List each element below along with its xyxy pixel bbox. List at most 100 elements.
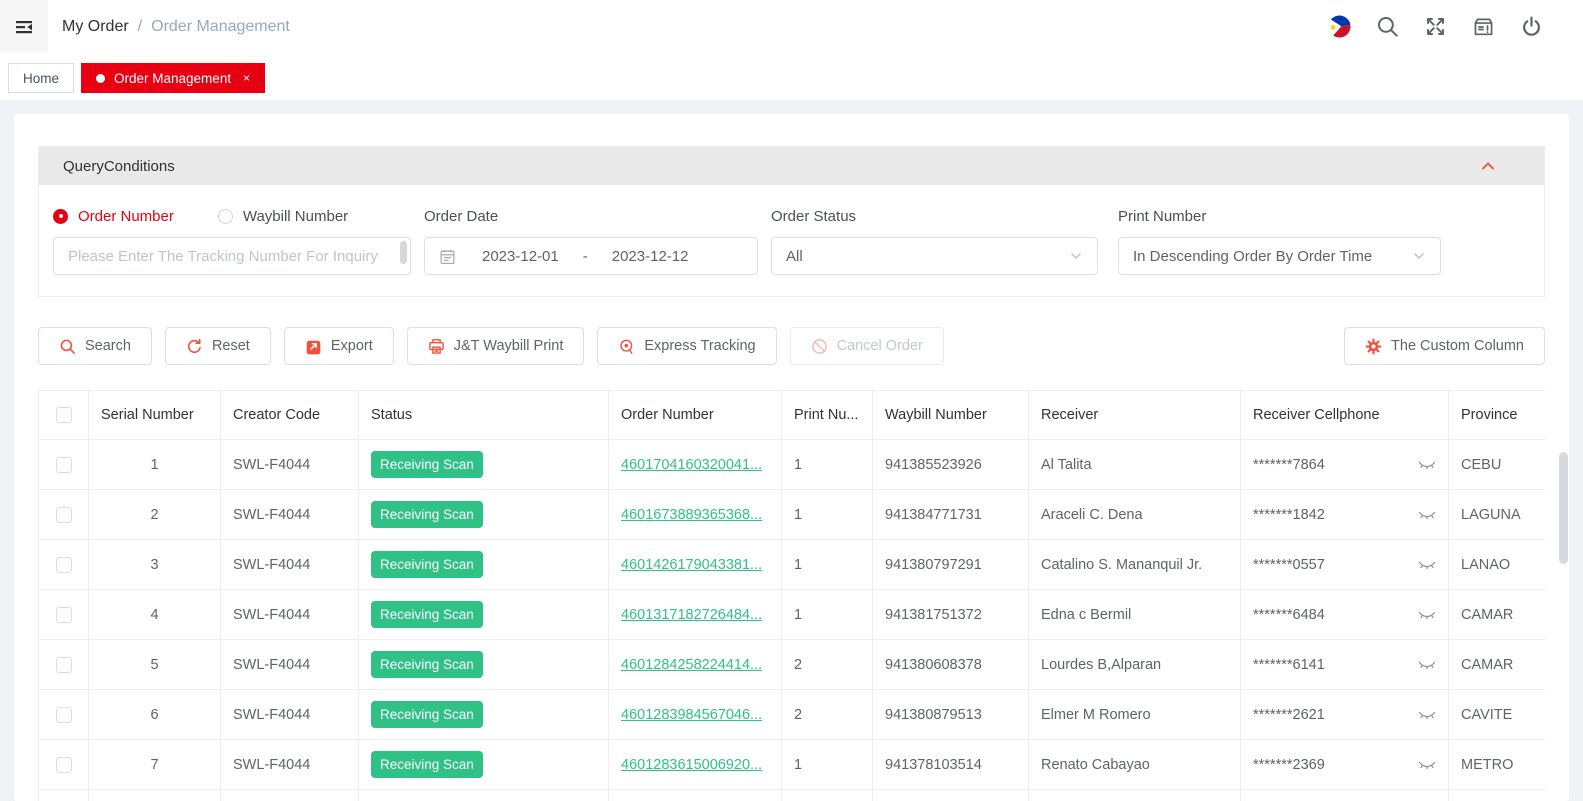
serial-number-cell: 2 bbox=[88, 489, 221, 540]
active-tab-dot-icon bbox=[96, 73, 106, 83]
order-number-link[interactable]: 4601317182726484... bbox=[621, 607, 762, 623]
select-all-checkbox[interactable] bbox=[55, 407, 72, 424]
gear-icon bbox=[1365, 338, 1382, 355]
table-row: 1 SWL-F4044 Receiving Scan 4601704160320041… bbox=[38, 439, 1545, 490]
philippines-flag-icon[interactable] bbox=[1327, 14, 1352, 39]
radio-waybill-number[interactable]: Waybill Number bbox=[217, 208, 348, 225]
table-scrollbar-thumb[interactable] bbox=[1559, 452, 1568, 564]
power-icon[interactable] bbox=[1520, 15, 1543, 38]
search-icon[interactable] bbox=[1376, 15, 1399, 38]
row-checkbox[interactable] bbox=[55, 556, 72, 573]
masked-cellphone: *******6141 bbox=[1253, 656, 1325, 673]
custom-column-button[interactable]: The Custom Column bbox=[1344, 327, 1545, 365]
serial-number-cell: 3 bbox=[88, 539, 221, 590]
empty-cell bbox=[608, 789, 782, 801]
order-number-cell: 4601317182726484... bbox=[608, 589, 782, 640]
order-number-cell: 4601673889365368... bbox=[608, 489, 782, 540]
order-number-link[interactable]: 4601426179043381... bbox=[621, 557, 762, 573]
query-panel-title: QueryConditions bbox=[63, 157, 175, 175]
column-header: Waybill Number bbox=[872, 390, 1029, 440]
print-number-cell: 1 bbox=[781, 489, 873, 540]
tracking-icon bbox=[618, 338, 635, 355]
column-header: Status bbox=[358, 390, 609, 440]
print-number-cell: 1 bbox=[781, 739, 873, 790]
query-panel-body: Order Number Waybill Number Please Enter… bbox=[39, 185, 1544, 296]
waybill-print-button[interactable]: J&T Waybill Print bbox=[406, 327, 585, 365]
creator-code-cell: SWL-F4044 bbox=[220, 489, 359, 540]
row-checkbox[interactable] bbox=[55, 606, 72, 623]
main-card: QueryConditions Order Number Waybill Num… bbox=[14, 114, 1569, 801]
empty-cell bbox=[1028, 789, 1241, 801]
row-checkbox[interactable] bbox=[55, 506, 72, 523]
parcel-icon[interactable] bbox=[1472, 15, 1495, 38]
order-number-cell: 4601704160320041... bbox=[608, 439, 782, 490]
eye-off-icon[interactable] bbox=[1418, 508, 1436, 521]
table-row: 4 SWL-F4044 Receiving Scan 4601317182726484… bbox=[38, 589, 1545, 640]
order-date-label: Order Date bbox=[424, 207, 499, 225]
input-scrollbar-thumb[interactable] bbox=[400, 241, 407, 264]
eye-off-icon[interactable] bbox=[1418, 608, 1436, 621]
creator-code-cell: SWL-F4044 bbox=[220, 539, 359, 590]
reset-icon bbox=[186, 338, 203, 355]
province-cell: LAGUNA bbox=[1448, 489, 1545, 540]
table-row: 7 SWL-F4044 Receiving Scan 4601283615006920… bbox=[38, 739, 1545, 790]
order-date-range-input[interactable]: 2023-12-01 - 2023-12-12 bbox=[424, 237, 758, 275]
receiver-cell: Renato Cabayao bbox=[1028, 739, 1241, 790]
order-number-link[interactable]: 4601704160320041... bbox=[621, 457, 762, 473]
export-button[interactable]: Export bbox=[283, 327, 394, 365]
fullscreen-icon[interactable] bbox=[1424, 15, 1447, 38]
masked-cellphone: *******0557 bbox=[1253, 556, 1325, 573]
row-checkbox[interactable] bbox=[55, 756, 72, 773]
date-to-value[interactable]: 2023-12-12 bbox=[612, 248, 689, 265]
empty-cell bbox=[38, 789, 89, 801]
toolbar-buttons: Search Reset Export J&T Waybill Print Expres… bbox=[38, 327, 944, 365]
tracking-number-input[interactable]: Please Enter The Tracking Number For Inq… bbox=[53, 237, 411, 275]
reset-button[interactable]: Reset bbox=[164, 327, 271, 365]
status-cell: Receiving Scan bbox=[358, 589, 609, 640]
receiver-cell: Lourdes B,Alparan bbox=[1028, 639, 1241, 690]
column-header: Receiver Cellphone bbox=[1240, 390, 1449, 440]
table-row: 3 SWL-F4044 Receiving Scan 4601426179043381… bbox=[38, 539, 1545, 590]
sidebar-collapse-button[interactable] bbox=[0, 0, 48, 53]
eye-off-icon[interactable] bbox=[1418, 658, 1436, 671]
serial-number-cell: 6 bbox=[88, 689, 221, 740]
row-select-cell bbox=[38, 739, 89, 790]
search-button[interactable]: Search bbox=[38, 327, 152, 365]
tracking-number-placeholder: Please Enter The Tracking Number For Inq… bbox=[68, 248, 378, 265]
eye-off-icon[interactable] bbox=[1418, 708, 1436, 721]
empty-cell bbox=[1448, 789, 1545, 801]
tab-home[interactable]: Home bbox=[8, 63, 75, 93]
express-tracking-button[interactable]: Express Tracking bbox=[597, 327, 777, 365]
order-number-link[interactable]: 4601283984567046... bbox=[621, 707, 762, 723]
print-number-select[interactable]: In Descending Order By Order Time bbox=[1118, 237, 1441, 275]
eye-off-icon[interactable] bbox=[1418, 758, 1436, 771]
select-all-header-cell bbox=[38, 390, 89, 440]
order-number-link[interactable]: 4601283615006920... bbox=[621, 757, 762, 773]
order-number-link[interactable]: 4601284258224414... bbox=[621, 657, 762, 673]
receiver-cellphone-cell: *******2369 bbox=[1240, 739, 1449, 790]
row-checkbox[interactable] bbox=[55, 656, 72, 673]
tab-order-management[interactable]: Order Management × bbox=[81, 63, 266, 93]
status-badge: Receiving Scan bbox=[371, 450, 483, 479]
order-status-select[interactable]: All bbox=[771, 237, 1098, 275]
collapse-panel-icon[interactable] bbox=[1480, 158, 1496, 174]
eye-off-icon[interactable] bbox=[1418, 458, 1436, 471]
tab-close-icon[interactable]: × bbox=[243, 71, 250, 85]
masked-cellphone: *******2369 bbox=[1253, 756, 1325, 773]
radio-selected-icon bbox=[53, 208, 68, 224]
row-select-cell bbox=[38, 439, 89, 490]
print-number-cell: 1 bbox=[781, 539, 873, 590]
eye-off-icon[interactable] bbox=[1418, 558, 1436, 571]
tab-home-label: Home bbox=[23, 70, 60, 86]
row-checkbox[interactable] bbox=[55, 706, 72, 723]
radio-order-number[interactable]: Order Number bbox=[53, 208, 174, 225]
query-conditions-panel: QueryConditions Order Number Waybill Num… bbox=[38, 146, 1545, 297]
row-checkbox[interactable] bbox=[55, 456, 72, 473]
order-number-link[interactable]: 4601673889365368... bbox=[621, 507, 762, 523]
breadcrumb-parent[interactable]: My Order bbox=[62, 18, 129, 36]
export-icon bbox=[305, 338, 322, 355]
status-badge: Receiving Scan bbox=[371, 700, 483, 729]
date-from-value[interactable]: 2023-12-01 bbox=[482, 248, 559, 265]
empty-cell bbox=[781, 789, 873, 801]
breadcrumb-current: Order Management bbox=[151, 17, 290, 35]
